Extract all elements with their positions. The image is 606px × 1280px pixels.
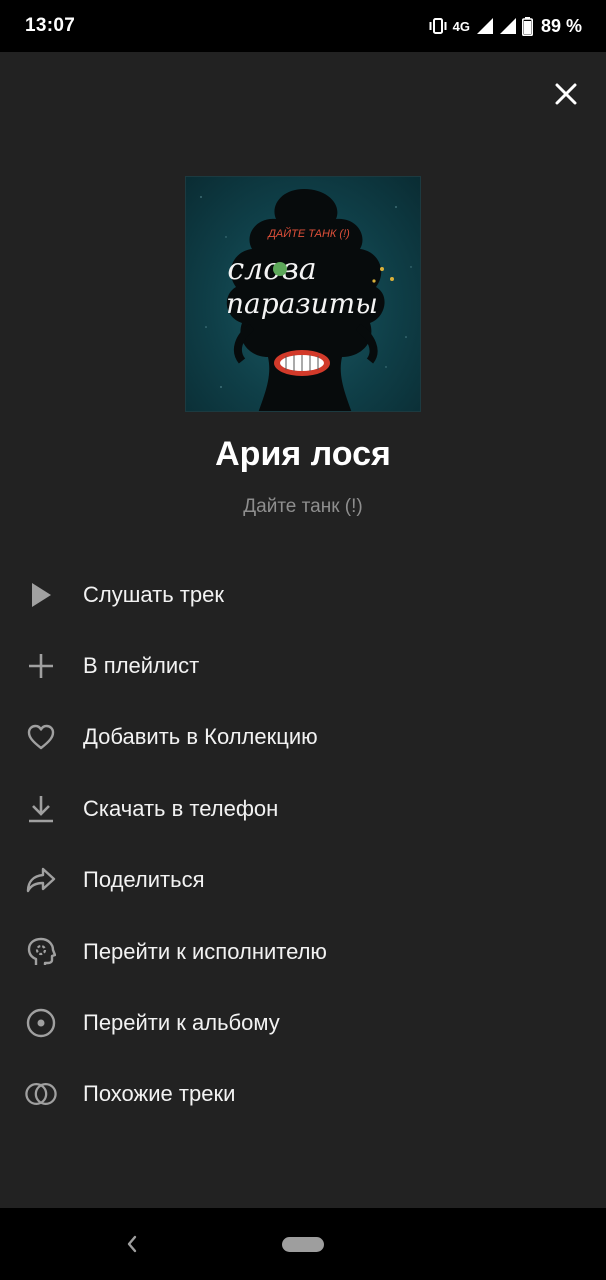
system-navigation-bar xyxy=(0,1208,606,1280)
menu-item-go-to-album[interactable]: Перейти к альбому xyxy=(0,987,606,1058)
menu-item-label: Перейти к исполнителю xyxy=(83,938,327,964)
similar-icon xyxy=(25,1078,57,1110)
album-cover: ДАЙТЕ ТАНК (!) слова паразиты xyxy=(185,176,421,412)
status-bar: 13:07 4G 89 % xyxy=(0,0,606,52)
menu-item-download[interactable]: Скачать в телефон xyxy=(0,773,606,844)
menu-item-label: Поделиться xyxy=(83,867,205,893)
menu-item-label: Скачать в телефон xyxy=(83,795,279,821)
menu-item-label: Перейти к альбому xyxy=(83,1010,280,1036)
signal-icon xyxy=(499,17,517,35)
share-icon xyxy=(25,864,57,896)
menu-item-label: Добавить в Коллекцию xyxy=(83,724,318,750)
play-icon xyxy=(25,579,57,611)
menu-item-play[interactable]: Слушать трек xyxy=(0,559,606,630)
menu-item-label: Слушать трек xyxy=(83,581,224,607)
home-button[interactable] xyxy=(282,1237,324,1252)
menu-item-add-to-collection[interactable]: Добавить в Коллекцию xyxy=(0,702,606,773)
cover-album-line2: паразиты xyxy=(226,287,378,320)
track-actions-sheet: ДАЙТЕ ТАНК (!) слова паразиты Ария лося … xyxy=(0,52,606,1208)
status-time: 13:07 xyxy=(25,15,76,36)
album-icon xyxy=(25,1007,57,1039)
download-icon xyxy=(25,793,57,825)
close-button[interactable] xyxy=(550,80,582,112)
menu-item-add-to-playlist[interactable]: В плейлист xyxy=(0,630,606,701)
signal-icon xyxy=(476,17,494,35)
heart-icon xyxy=(25,721,57,753)
menu-item-label: Похожие треки xyxy=(83,1081,236,1107)
battery-percentage: 89 % xyxy=(540,15,582,36)
battery-icon xyxy=(521,16,533,36)
status-icons: 4G 89 % xyxy=(428,16,582,37)
track-actions-menu: Слушать трек В плейлист Добавить в Колле… xyxy=(0,559,606,1130)
cover-band-text: ДАЙТЕ ТАНК (!) xyxy=(266,227,350,240)
close-icon xyxy=(555,83,577,110)
menu-item-go-to-artist[interactable]: Перейти к исполнителю xyxy=(0,916,606,987)
plus-icon xyxy=(25,650,57,682)
menu-item-share[interactable]: Поделиться xyxy=(0,845,606,916)
network-type: 4G xyxy=(452,18,470,34)
menu-item-similar-tracks[interactable]: Похожие треки xyxy=(0,1059,606,1130)
vibrate-icon xyxy=(428,18,448,34)
track-artist: Дайте танк (!) xyxy=(243,496,363,517)
track-title: Ария лося xyxy=(215,435,391,473)
album-cover-art: ДАЙТЕ ТАНК (!) слова паразиты xyxy=(200,189,412,411)
back-icon[interactable] xyxy=(120,1232,144,1256)
artist-icon xyxy=(25,936,57,968)
menu-item-label: В плейлист xyxy=(83,653,200,679)
cover-album-line1: слова xyxy=(227,252,316,287)
